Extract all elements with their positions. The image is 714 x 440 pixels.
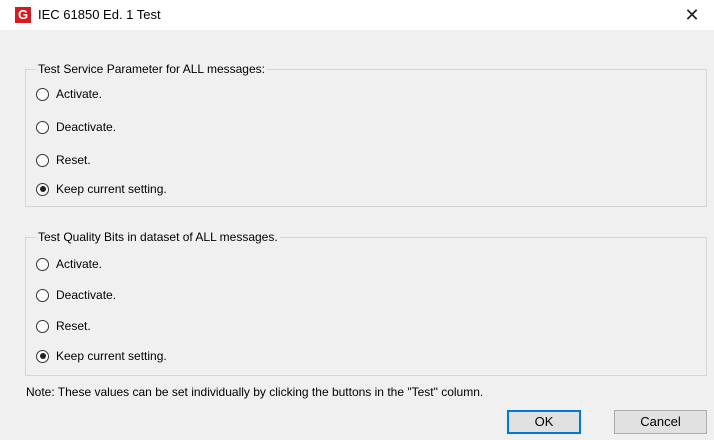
radio-label: Deactivate. <box>56 288 117 302</box>
radio-label: Deactivate. <box>56 120 117 134</box>
title-bar: G IEC 61850 Ed. 1 Test ✕ <box>0 0 714 30</box>
ok-button[interactable]: OK <box>507 410 581 434</box>
group-title: Test Service Parameter for ALL messages: <box>36 62 267 77</box>
radio-button-icon[interactable] <box>36 153 49 167</box>
test-quality-bits-group: Test Quality Bits in dataset of ALL mess… <box>25 230 707 376</box>
radio-activate[interactable]: Activate. <box>36 86 102 102</box>
radio-deactivate[interactable]: Deactivate. <box>36 287 116 303</box>
radio-keep-current[interactable]: Keep current setting. <box>36 181 167 197</box>
radio-reset[interactable]: Reset. <box>36 152 91 168</box>
radio-label: Activate. <box>56 257 103 271</box>
radio-label: Activate. <box>56 87 103 101</box>
radio-button-icon[interactable] <box>36 257 49 271</box>
radio-button-icon[interactable] <box>36 288 49 302</box>
radio-label: Reset. <box>56 319 91 333</box>
radio-keep-current[interactable]: Keep current setting. <box>36 348 167 364</box>
radio-reset[interactable]: Reset. <box>36 318 91 334</box>
radio-activate[interactable]: Activate. <box>36 256 102 272</box>
radio-button-icon[interactable] <box>36 120 49 134</box>
cancel-button[interactable]: Cancel <box>614 410 707 434</box>
close-button[interactable]: ✕ <box>670 0 714 30</box>
app-logo-icon: G <box>15 7 31 23</box>
group-title: Test Quality Bits in dataset of ALL mess… <box>36 230 280 245</box>
radio-label: Keep current setting. <box>56 349 167 363</box>
radio-label: Keep current setting. <box>56 182 167 196</box>
radio-label: Reset. <box>56 153 91 167</box>
window-title: IEC 61850 Ed. 1 Test <box>38 7 161 22</box>
radio-button-icon[interactable] <box>36 319 49 333</box>
radio-button-icon[interactable] <box>36 182 49 196</box>
test-service-parameter-group: Test Service Parameter for ALL messages:… <box>25 62 707 207</box>
note-text: Note: These values can be set individual… <box>26 385 484 399</box>
radio-button-icon[interactable] <box>36 87 49 101</box>
radio-button-icon[interactable] <box>36 349 49 363</box>
radio-deactivate[interactable]: Deactivate. <box>36 119 116 135</box>
